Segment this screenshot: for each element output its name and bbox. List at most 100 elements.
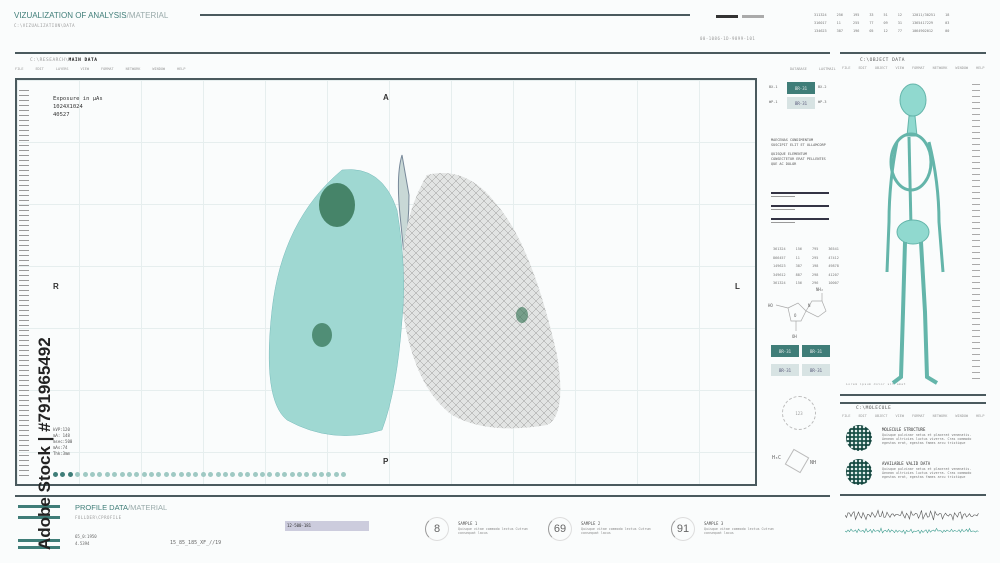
menu-item[interactable]: HELP: [976, 66, 984, 70]
menu-item[interactable]: FORMAT: [912, 66, 925, 70]
progress-dot: [75, 472, 80, 477]
menu-item[interactable]: VIEW: [81, 67, 89, 71]
stat-line: Thk:3mm: [53, 451, 72, 457]
side-text-line: SUSCIPIT ELIT ET ULLAMCORP: [771, 143, 826, 148]
gauge-value: 123: [795, 411, 802, 416]
side-button[interactable]: BR-31: [802, 345, 830, 357]
table-cell: 149623: [773, 263, 794, 270]
side-button[interactable]: BR-31: [771, 364, 799, 376]
divider: [840, 402, 986, 404]
progress-dot: [68, 472, 73, 477]
progress-dot: [156, 472, 161, 477]
menu-item[interactable]: FILE: [842, 66, 850, 70]
menu-item[interactable]: NETWORK: [933, 66, 948, 70]
chem-ho: HO: [768, 303, 773, 308]
table-cell: 51: [884, 12, 896, 18]
divider: [15, 52, 830, 54]
menu-item[interactable]: NETWORK: [933, 414, 948, 418]
menu-item[interactable]: EDIT: [35, 67, 43, 71]
menu-item[interactable]: FILE: [842, 414, 850, 418]
exposure-info: Exposure in µAs 1024X1024 40527: [53, 95, 103, 119]
side-button[interactable]: BR-31: [771, 345, 799, 357]
side-label: BX-1: [769, 85, 777, 89]
orient-l: L: [735, 282, 740, 291]
progress-dot: [105, 472, 110, 477]
menu-item[interactable]: EDIT: [858, 66, 866, 70]
table-cell: 18: [945, 12, 957, 18]
sample-ring: 69: [548, 517, 572, 541]
orient-a: A: [383, 93, 389, 102]
side-button[interactable]: BR-31: [787, 82, 815, 94]
progress-dot: [297, 472, 302, 477]
menu-item[interactable]: VIEW: [896, 414, 904, 418]
profile-title-sub: /MATERIAL: [128, 503, 167, 512]
skeleton-model: [875, 82, 955, 392]
menu-item[interactable]: FORMAT: [101, 67, 114, 71]
progress-dot: [120, 472, 125, 477]
divider: [840, 52, 986, 54]
acquisition-stats: kVP:120 mA: 148 msec:500 mAs:74 Thk:3mm: [53, 427, 72, 457]
side-button[interactable]: BR-31: [787, 97, 815, 109]
chem-oh: OH: [792, 334, 797, 339]
menu-item[interactable]: HELP: [177, 67, 185, 71]
progress-dot: [312, 472, 317, 477]
progress-dot: [193, 472, 198, 477]
molecule-item-title: AVAILABLE VALID DATA: [882, 461, 930, 466]
molecule-item-text: Quisque pulvinar netus et placerat venen…: [882, 433, 977, 445]
object-caption: Lorem ipsum dolor sit amet: [846, 382, 906, 386]
menu-item[interactable]: EDIT: [858, 414, 866, 418]
menu-item[interactable]: LAYERS: [56, 67, 69, 71]
menu-item[interactable]: WINDOW: [152, 67, 165, 71]
table-row: 316017 11 255 77 09 31 1365417229 03: [814, 20, 957, 26]
orient-r: R: [53, 282, 59, 291]
progress-dot: [326, 472, 331, 477]
profile-box: 12-500-181: [285, 521, 369, 531]
menu-item[interactable]: OBJECT: [875, 66, 888, 70]
table-cell: 156: [796, 246, 810, 253]
sample-label: SAMPLE 1: [458, 521, 477, 526]
table-cell: 77: [898, 28, 910, 34]
resolution: 1024X1024: [53, 103, 103, 111]
object-menu: FILE EDIT OBJECT VIEW FORMAT NETWORK WINDOW HEL…: [842, 66, 984, 70]
progress-dots: [53, 472, 346, 477]
h3c-label: H₃C: [772, 455, 781, 461]
side-button[interactable]: BR-31: [802, 364, 830, 376]
menu-item[interactable]: FORMAT: [912, 414, 925, 418]
side-text: MAECENAS CONDIMENTUM SUSCIPIT ELIT ET ULL…: [771, 138, 826, 167]
side-label: WP-1: [769, 100, 777, 104]
table-cell: 09: [884, 20, 896, 26]
nh-label: NH: [810, 460, 816, 466]
table-cell: 134623: [814, 28, 835, 34]
table-cell: 887: [796, 272, 810, 279]
table-cell: 77: [869, 20, 881, 26]
progress-dot: [267, 472, 272, 477]
menu-item[interactable]: WINDOW: [955, 414, 968, 418]
progress-dot: [60, 472, 65, 477]
gauge: 123: [782, 396, 816, 430]
molecule-title: C:\MOLECULE: [856, 406, 891, 411]
menu-item[interactable]: OBJECT: [875, 414, 888, 418]
menu-item[interactable]: WINDOW: [955, 66, 968, 70]
chem-nh2: NH₂: [816, 287, 823, 292]
skeleton-viewport[interactable]: Lorem ipsum dolor sit amet: [840, 78, 986, 396]
table-cell: 198: [812, 263, 826, 270]
molecule-sphere-icon: [846, 425, 872, 451]
title-sub: /MATERIAL: [127, 11, 169, 20]
lung-model[interactable]: [252, 145, 582, 445]
header-bars: [716, 15, 738, 18]
molecule-menu: FILE EDIT OBJECT VIEW FORMAT NETWORK WINDOW HEL…: [842, 414, 984, 418]
table-row: 361324 156 795 36541: [773, 246, 847, 253]
progress-dot: [90, 472, 95, 477]
menu-item[interactable]: HELP: [976, 414, 984, 418]
menu-item[interactable]: DATABASE: [790, 67, 807, 71]
chem-o: O: [794, 313, 797, 318]
exposure-value: 40527: [53, 111, 103, 119]
menu-item[interactable]: LASTMAIL: [819, 67, 836, 71]
menu-item[interactable]: VIEW: [896, 66, 904, 70]
header-path: C:\VIZUALIZATION\DATA: [14, 23, 75, 28]
table-cell: 255: [853, 20, 867, 26]
menu-item[interactable]: FILE: [15, 67, 23, 71]
main-viewport[interactable]: Exposure in µAs 1024X1024 40527 A R L P …: [15, 78, 757, 486]
progress-dot: [127, 472, 132, 477]
menu-item[interactable]: NETWORK: [126, 67, 141, 71]
